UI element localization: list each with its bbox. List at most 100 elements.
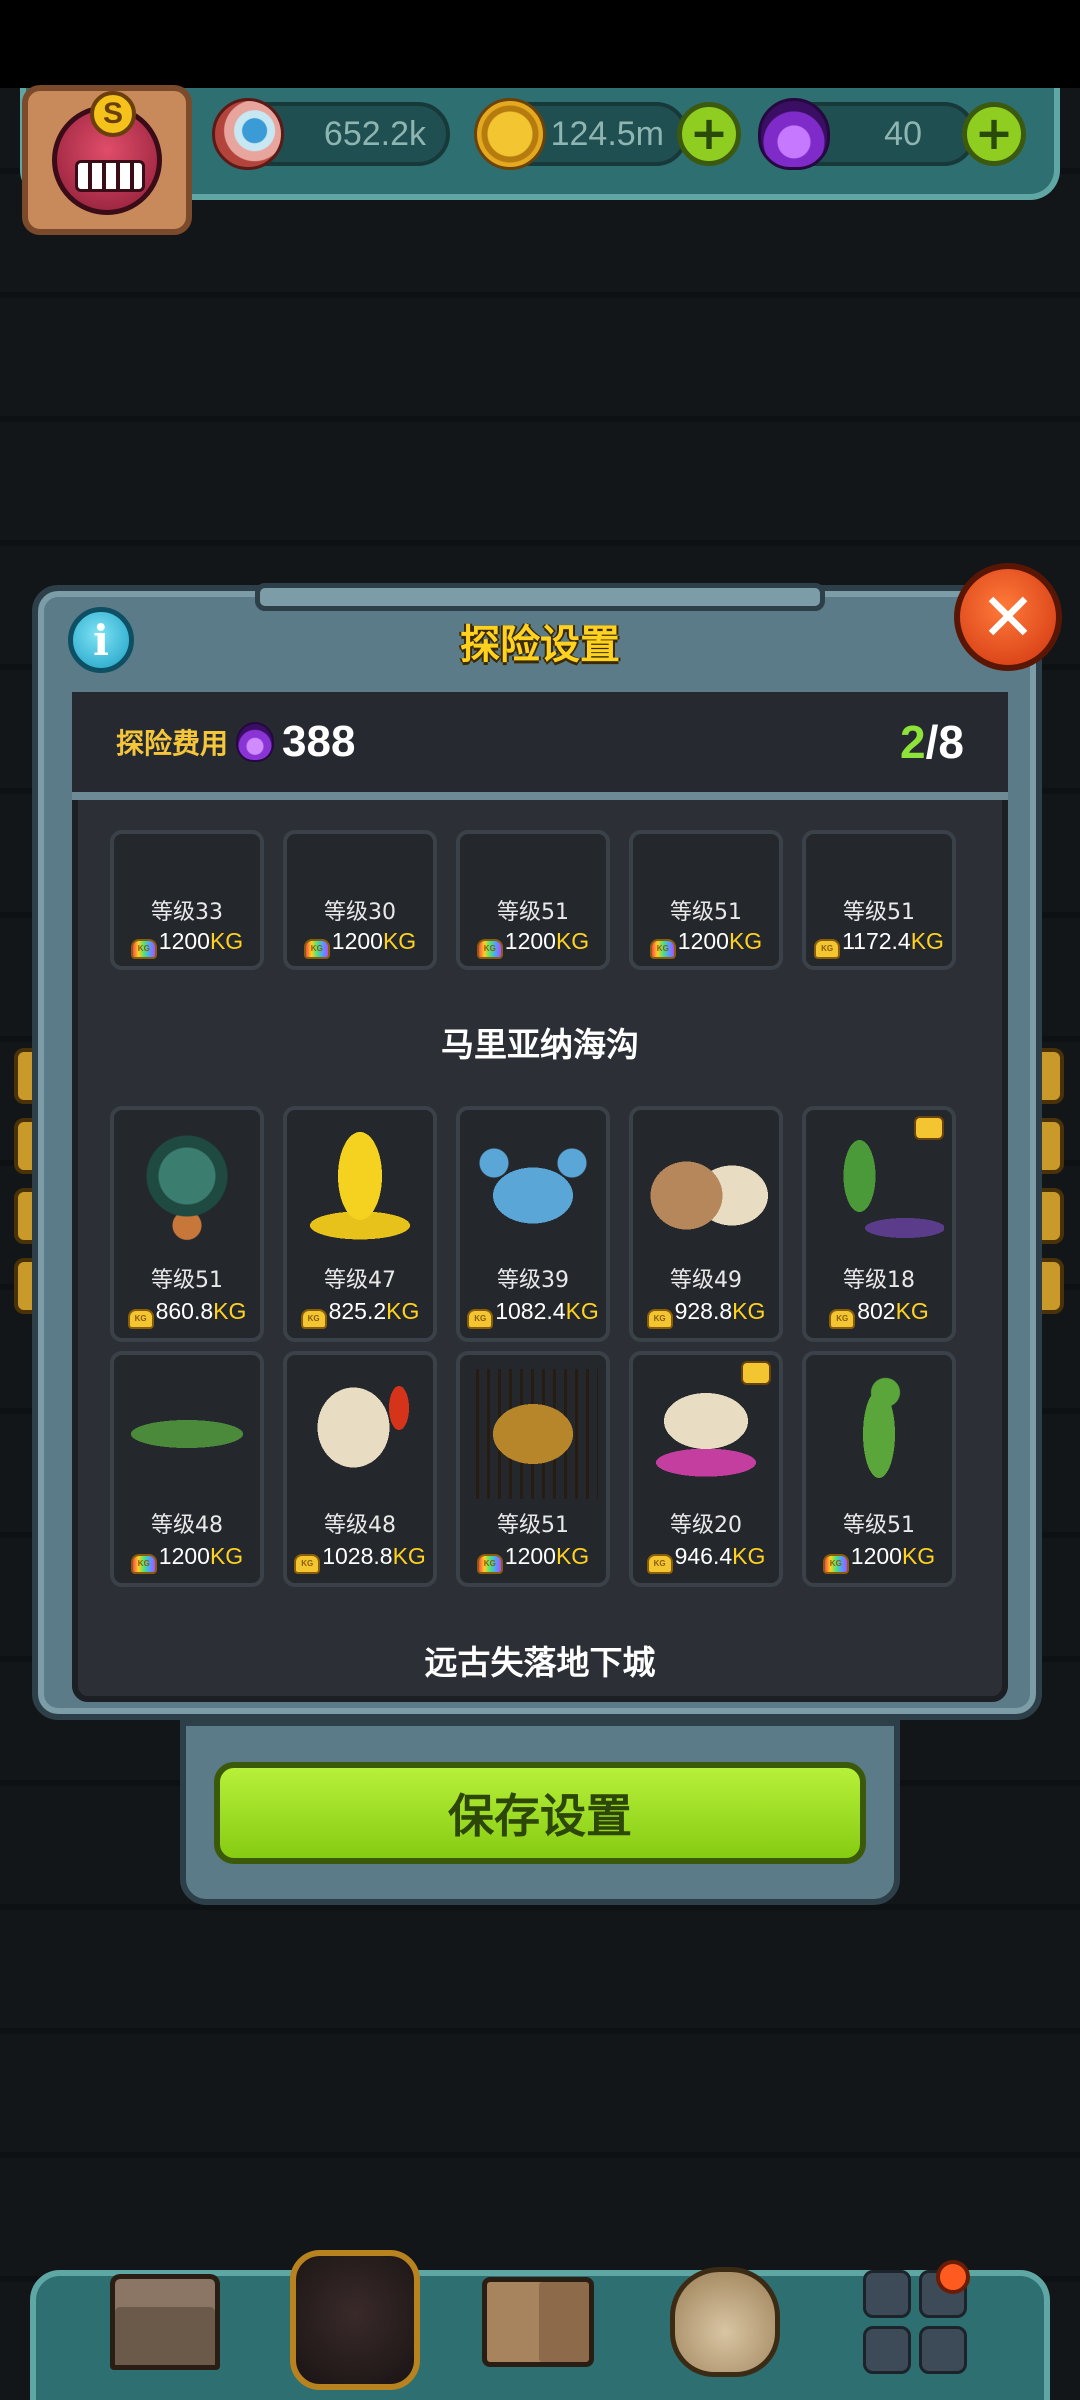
monster-weight: KG 1200KG bbox=[287, 928, 433, 959]
eyes-value: 652.2k bbox=[323, 114, 426, 153]
monster-card-walrus[interactable]: 等级49 KG 928.8KG bbox=[629, 1106, 783, 1342]
kg-weight-icon: KG bbox=[127, 1309, 154, 1329]
player-avatar[interactable]: S bbox=[22, 85, 192, 235]
monster-level: 等级51 bbox=[843, 900, 915, 925]
cat-badge-icon bbox=[914, 1116, 944, 1140]
monster-card-blue-crab[interactable]: 等级39 KG 1082.4KG bbox=[456, 1106, 610, 1342]
monster-level: 等级51 bbox=[497, 1513, 569, 1538]
monster-weight: KG 825.2KG bbox=[287, 1298, 433, 1329]
monster-card-shell-jellyfish[interactable]: 等级20 KG 946.4KG bbox=[629, 1351, 783, 1587]
blue-crab-icon bbox=[468, 1124, 598, 1254]
coins-value: 124.5m bbox=[550, 114, 664, 153]
green-eel-icon bbox=[122, 1369, 252, 1499]
clam-creature-icon bbox=[295, 1369, 425, 1499]
money-bag-icon bbox=[670, 2267, 780, 2377]
kg-weight-icon: KG bbox=[476, 1554, 503, 1574]
nav-adventure-button[interactable] bbox=[285, 2245, 425, 2395]
monster-level: 等级39 bbox=[497, 1268, 569, 1293]
section-title-mariana: 马里亚纳海沟 bbox=[441, 1025, 639, 1064]
status-bar bbox=[0, 0, 1080, 88]
monster-level: 等级30 bbox=[324, 900, 396, 925]
sea-urchin-icon bbox=[122, 1124, 252, 1254]
kg-weight-icon: KG bbox=[467, 1309, 494, 1329]
monster-card-tiger-shrimp[interactable]: 等级51 KG 1200KG bbox=[456, 1351, 610, 1587]
monster-card-seahorse[interactable]: 等级51 KG 1200KG bbox=[802, 1351, 956, 1587]
monster-card[interactable]: 等级51 KG 1200KG bbox=[629, 830, 783, 970]
monster-weight: KG 1200KG bbox=[114, 928, 260, 959]
monster-card-green-eel[interactable]: 等级48 KG 1200KG bbox=[110, 1351, 264, 1587]
nav-shop-button[interactable] bbox=[105, 2262, 225, 2382]
monster-level: 等级48 bbox=[151, 1513, 223, 1538]
kg-weight-icon: KG bbox=[294, 1554, 321, 1574]
nav-bag-button[interactable] bbox=[665, 2262, 785, 2382]
kg-weight-icon: KG bbox=[814, 939, 841, 959]
monster-card[interactable]: 等级33 KG 1200KG bbox=[110, 830, 264, 970]
info-button[interactable]: i bbox=[68, 607, 134, 673]
monster-weight: KG 928.8KG bbox=[633, 1298, 779, 1329]
monster-level: 等级49 bbox=[670, 1268, 742, 1293]
monster-level: 等级33 bbox=[151, 900, 223, 925]
monster-weight: KG 1200KG bbox=[460, 928, 606, 959]
potion-icon bbox=[236, 722, 275, 762]
monster-card-sea-urchin[interactable]: 等级51 KG 860.8KG bbox=[110, 1106, 264, 1342]
monster-card-yellow-squid[interactable]: 等级47 KG 825.2KG bbox=[283, 1106, 437, 1342]
kg-weight-icon: KG bbox=[476, 939, 503, 959]
monster-card[interactable]: 等级30 KG 1200KG bbox=[283, 830, 437, 970]
seahorse-icon bbox=[814, 1369, 944, 1499]
monster-level: 等级51 bbox=[670, 900, 742, 925]
eye-icon bbox=[212, 98, 284, 170]
mantis-centipede-icon bbox=[814, 1124, 944, 1254]
yellow-squid-icon bbox=[295, 1124, 425, 1254]
monster-level: 等级47 bbox=[324, 1268, 396, 1293]
monster-weight: KG 860.8KG bbox=[114, 1298, 260, 1329]
monster-level: 等级51 bbox=[843, 1513, 915, 1538]
add-coins-button[interactable]: + bbox=[677, 102, 741, 166]
cost-label: 探险费用 bbox=[116, 727, 229, 760]
coin-icon bbox=[474, 98, 546, 170]
walrus-icon bbox=[641, 1124, 771, 1254]
dungeon-gate-icon bbox=[290, 2250, 420, 2390]
dialog-title-tab bbox=[255, 583, 825, 611]
cost-value: 388 bbox=[282, 717, 356, 766]
save-settings-button[interactable]: 保存设置 bbox=[214, 1762, 866, 1864]
monster-level: 等级48 bbox=[324, 1513, 396, 1538]
monster-weight: KG 1200KG bbox=[460, 1543, 606, 1574]
kg-weight-icon: KG bbox=[300, 1309, 327, 1329]
notification-dot bbox=[936, 2260, 970, 2294]
kg-weight-icon: KG bbox=[822, 1554, 849, 1574]
tiger-shrimp-icon bbox=[468, 1369, 598, 1499]
shop-icon bbox=[110, 2274, 220, 2370]
monster-card[interactable]: 等级51 KG 1200KG bbox=[456, 830, 610, 970]
monster-card-mantis-centipede[interactable]: 等级18 KG 802KG bbox=[802, 1106, 956, 1342]
monster-weight: KG 802KG bbox=[806, 1298, 952, 1329]
potions-value: 40 bbox=[884, 114, 922, 153]
dialog-title: 探险设置 bbox=[460, 622, 620, 668]
monster-weight: KG 946.4KG bbox=[633, 1543, 779, 1574]
add-potions-button[interactable]: + bbox=[962, 102, 1026, 166]
monster-card-clam-creature[interactable]: 等级48 KG 1028.8KG bbox=[283, 1351, 437, 1587]
kg-weight-icon: KG bbox=[829, 1309, 856, 1329]
kg-weight-icon: KG bbox=[646, 1554, 673, 1574]
kg-weight-icon: KG bbox=[303, 939, 330, 959]
selected-count: 2/8 bbox=[900, 716, 964, 768]
potion-icon bbox=[758, 98, 830, 170]
monster-level: 等级51 bbox=[497, 900, 569, 925]
nav-book-button[interactable] bbox=[478, 2262, 598, 2382]
shell-jellyfish-icon bbox=[641, 1369, 771, 1499]
monster-weight: KG 1200KG bbox=[633, 928, 779, 959]
monster-level: 等级20 bbox=[670, 1513, 742, 1538]
cat-badge-icon bbox=[741, 1361, 771, 1385]
monster-weight: KG 1200KG bbox=[114, 1543, 260, 1574]
monster-card[interactable]: 等级51 KG 1172.4KG bbox=[802, 830, 956, 970]
kg-weight-icon: KG bbox=[646, 1309, 673, 1329]
avatar-badge: S bbox=[90, 91, 136, 137]
monster-level: 等级51 bbox=[151, 1268, 223, 1293]
monster-weight: KG 1172.4KG bbox=[806, 928, 952, 959]
kg-weight-icon: KG bbox=[649, 939, 676, 959]
monster-weight: KG 1200KG bbox=[806, 1543, 952, 1574]
close-button[interactable]: ✕ bbox=[954, 563, 1062, 671]
monster-weight: KG 1028.8KG bbox=[287, 1543, 433, 1574]
expedition-cost-bar: 探险费用 388 2/8 bbox=[72, 692, 1008, 800]
book-icon bbox=[482, 2277, 594, 2367]
section-title-dungeon: 远古失落地下城 bbox=[424, 1643, 656, 1682]
